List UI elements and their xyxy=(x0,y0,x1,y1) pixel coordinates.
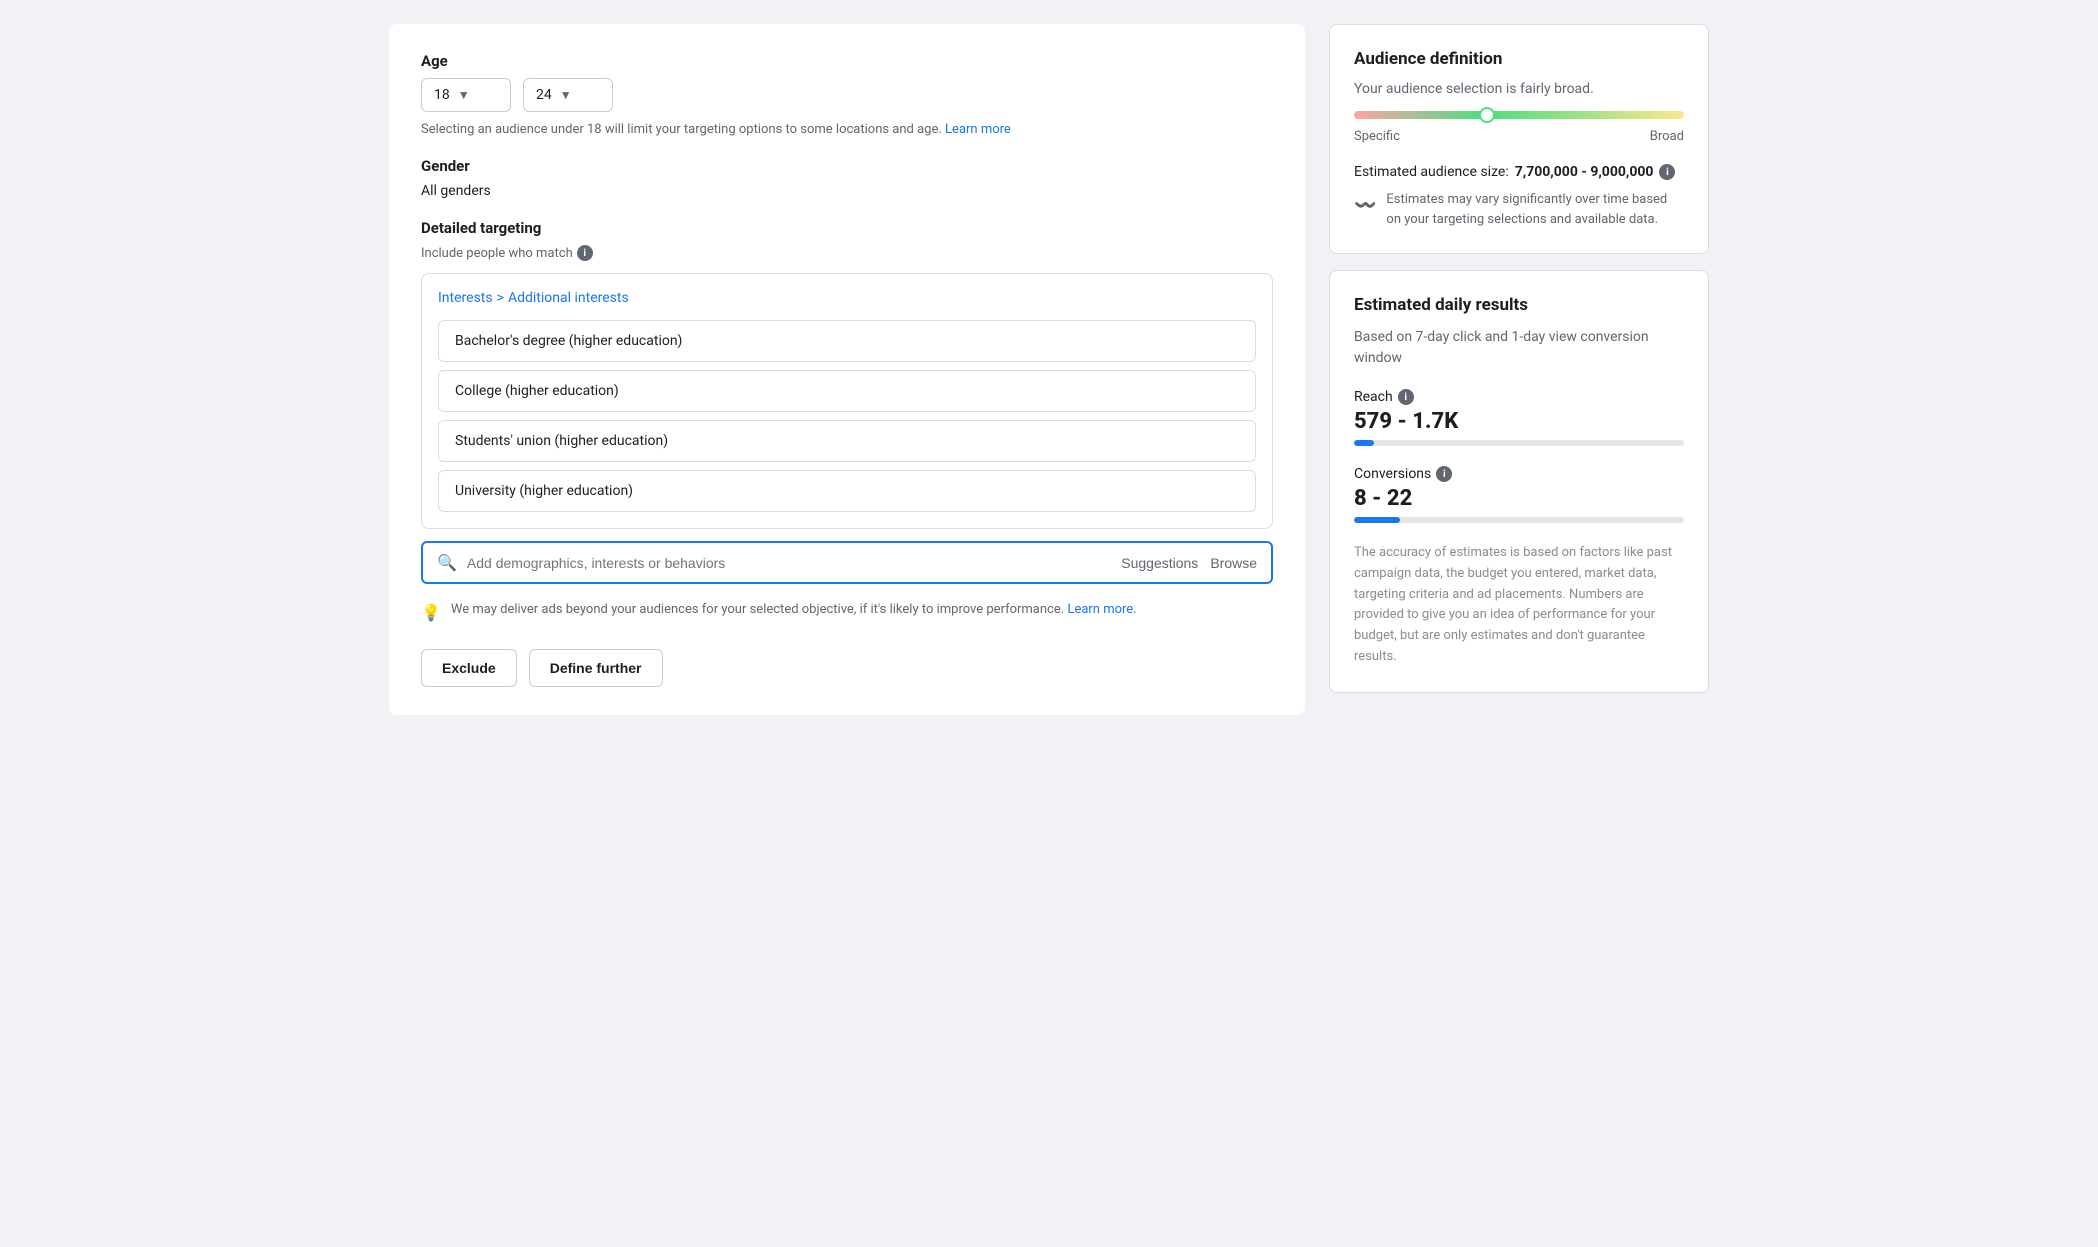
hint-learn-more-link[interactable]: Learn more. xyxy=(1067,602,1136,617)
right-panel: Audience definition Your audience select… xyxy=(1329,24,1709,715)
gender-label: Gender xyxy=(421,157,1273,175)
targeting-item: Students' union (higher education) xyxy=(438,420,1256,462)
targeting-box: Interests > Additional interests Bachelo… xyxy=(421,273,1273,529)
conversions-bar xyxy=(1354,517,1684,523)
detailed-targeting-label: Detailed targeting xyxy=(421,219,1273,237)
age-to-value: 24 xyxy=(536,87,552,103)
age-from-value: 18 xyxy=(434,87,450,103)
define-further-button[interactable]: Define further xyxy=(529,649,663,687)
chevron-down-icon: ▼ xyxy=(458,88,470,102)
audience-meter-bar xyxy=(1354,111,1684,119)
age-from-select[interactable]: 18 ▼ xyxy=(421,78,511,112)
size-info-icon[interactable]: i xyxy=(1659,164,1675,180)
meter-indicator xyxy=(1479,107,1495,123)
suggestions-button[interactable]: Suggestions xyxy=(1121,555,1198,571)
size-value: 7,700,000 - 9,000,000 xyxy=(1515,164,1654,180)
reach-label: Reach i xyxy=(1354,389,1684,405)
breadcrumb-additional-link[interactable]: Additional interests xyxy=(508,290,629,306)
action-buttons: Exclude Define further xyxy=(421,649,1273,687)
conversions-value: 8 - 22 xyxy=(1354,486,1684,511)
include-label: Include people who match i xyxy=(421,245,1273,261)
hint-text: We may deliver ads beyond your audiences… xyxy=(451,602,1064,617)
chevron-down-icon: ▼ xyxy=(560,88,572,102)
include-info-icon[interactable]: i xyxy=(577,245,593,261)
audience-description: Your audience selection is fairly broad. xyxy=(1354,81,1684,97)
reach-bar-fill xyxy=(1354,440,1374,446)
search-actions: Suggestions Browse xyxy=(1121,555,1257,571)
search-input[interactable] xyxy=(467,555,1111,571)
age-label: Age xyxy=(421,52,1273,70)
reach-info-icon[interactable]: i xyxy=(1398,389,1414,405)
targeting-item: College (higher education) xyxy=(438,370,1256,412)
reach-value: 579 - 1.7K xyxy=(1354,409,1684,434)
meter-specific-label: Specific xyxy=(1354,129,1400,144)
detailed-targeting-section: Detailed targeting Include people who ma… xyxy=(421,219,1273,687)
conversions-info-icon[interactable]: i xyxy=(1436,466,1452,482)
exclude-button[interactable]: Exclude xyxy=(421,649,517,687)
conversions-section: Conversions i 8 - 22 xyxy=(1354,466,1684,523)
reach-section: Reach i 579 - 1.7K xyxy=(1354,389,1684,446)
search-icon: 🔍 xyxy=(437,553,457,572)
breadcrumb-separator: > xyxy=(497,290,504,306)
age-to-select[interactable]: 24 ▼ xyxy=(523,78,613,112)
lightbulb-icon: 💡 xyxy=(421,601,441,625)
targeting-item: Bachelor's degree (higher education) xyxy=(438,320,1256,362)
conversions-bar-fill xyxy=(1354,517,1400,523)
targeting-item: University (higher education) xyxy=(438,470,1256,512)
age-learn-more-link[interactable]: Learn more xyxy=(945,122,1011,137)
estimates-note-text: Estimates may vary significantly over ti… xyxy=(1386,190,1684,229)
estimates-note: 〰️ Estimates may vary significantly over… xyxy=(1354,190,1684,229)
estimated-daily-card: Estimated daily results Based on 7-day c… xyxy=(1329,270,1709,693)
meter-broad-label: Broad xyxy=(1650,129,1684,144)
daily-results-desc: Based on 7-day click and 1-day view conv… xyxy=(1354,327,1684,369)
age-note: Selecting an audience under 18 will limi… xyxy=(421,122,1273,137)
breadcrumb: Interests > Additional interests xyxy=(438,290,1256,306)
age-row: 18 ▼ 24 ▼ xyxy=(421,78,1273,112)
audience-definition-card: Audience definition Your audience select… xyxy=(1329,24,1709,254)
size-label: Estimated audience size: xyxy=(1354,164,1509,180)
accuracy-note: The accuracy of estimates is based on fa… xyxy=(1354,543,1684,668)
meter-labels: Specific Broad xyxy=(1354,129,1684,144)
gender-value: All genders xyxy=(421,183,1273,199)
trend-icon: 〰️ xyxy=(1354,192,1376,219)
reach-bar xyxy=(1354,440,1684,446)
audience-size-row: Estimated audience size: 7,700,000 - 9,0… xyxy=(1354,164,1684,180)
browse-button[interactable]: Browse xyxy=(1210,555,1257,571)
hint-row: 💡 We may deliver ads beyond your audienc… xyxy=(421,600,1273,625)
estimated-daily-title: Estimated daily results xyxy=(1354,295,1684,315)
search-box: 🔍 Suggestions Browse xyxy=(421,541,1273,584)
conversions-label: Conversions i xyxy=(1354,466,1684,482)
breadcrumb-interests-link[interactable]: Interests xyxy=(438,290,493,306)
audience-definition-title: Audience definition xyxy=(1354,49,1684,69)
